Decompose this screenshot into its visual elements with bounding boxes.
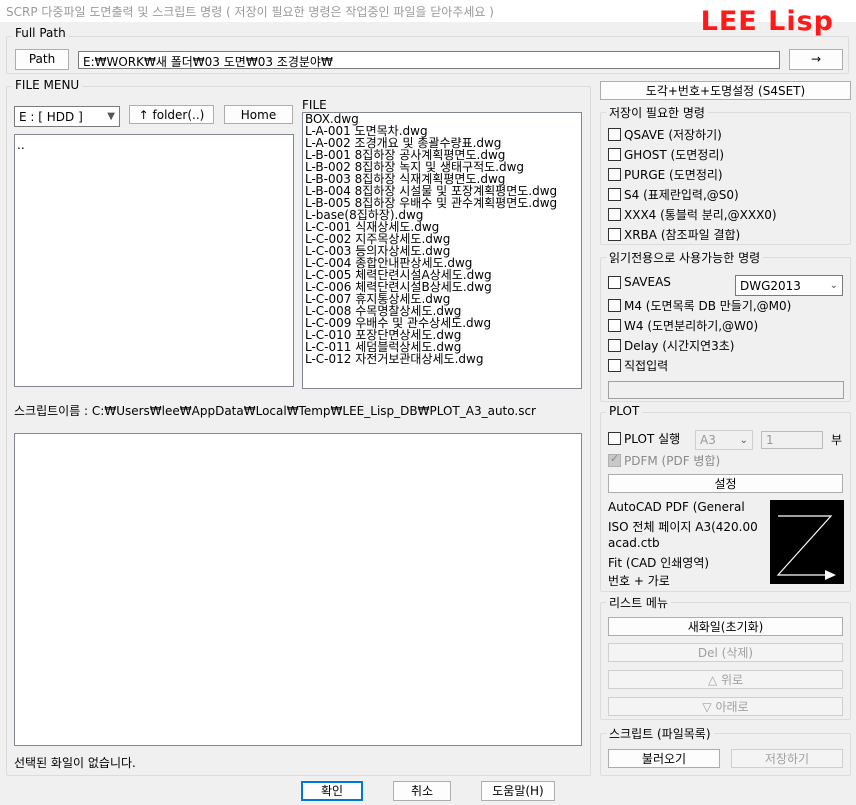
move-up-button[interactable]: △ 위로 xyxy=(608,670,843,689)
read-only-checkbox-label: M4 (도면목록 DB 만들기,@M0) xyxy=(624,299,792,313)
list-menu-label: 리스트 메뉴 xyxy=(606,594,672,611)
file-list-item[interactable]: L-C-012 자전거보관대상세도.dwg xyxy=(303,353,581,365)
save-needed-checkbox-label: S4 (표제란입력,@S0) xyxy=(624,188,739,202)
plot-run-checkbox-box[interactable] xyxy=(608,432,621,445)
direct-input-field[interactable] xyxy=(608,381,844,399)
chevron-down-icon: ▼ xyxy=(107,111,115,122)
read-only-checkbox-box[interactable] xyxy=(608,319,621,332)
plot-run-checkbox[interactable]: PLOT 실행 xyxy=(608,430,680,447)
save-needed-checkbox-label: PURGE (도면정리) xyxy=(624,168,723,182)
plot-info-line: Fit (CAD 인쇄영역) xyxy=(608,556,710,570)
saveas-version-value: DWG2013 xyxy=(740,278,801,293)
save-needed-checkbox-label: XXX4 (통블럭 분리,@XXX0) xyxy=(624,208,777,222)
file-menu-label: FILE MENU xyxy=(12,78,83,92)
plot-setup-button[interactable]: 설정 xyxy=(608,474,843,493)
save-needed-checkbox[interactable]: XRBA (참조파일 결합) xyxy=(608,226,740,243)
plot-info-line: 번호 + 가로 xyxy=(608,574,670,588)
file-list-label: FILE xyxy=(302,98,327,112)
save-needed-checkbox[interactable]: S4 (표제란입력,@S0) xyxy=(608,186,739,203)
copies-unit: 부 xyxy=(831,433,843,447)
help-button[interactable]: 도움말(H) xyxy=(481,781,555,801)
read-only-checkbox[interactable]: 직접입력 xyxy=(608,357,668,374)
save-needed-checkbox[interactable]: PURGE (도면정리) xyxy=(608,166,723,183)
cancel-button[interactable]: 취소 xyxy=(393,781,451,801)
saveas-checkbox-box[interactable] xyxy=(608,275,621,289)
full-path-label: Full Path xyxy=(12,26,69,40)
folder-list[interactable]: .. xyxy=(14,134,294,387)
save-needed-checkbox-box[interactable] xyxy=(608,208,621,221)
read-only-checkbox[interactable]: W4 (도면분리하기,@W0) xyxy=(608,317,758,334)
save-needed-checkbox-box[interactable] xyxy=(608,128,621,141)
paper-size-value: A3 xyxy=(700,433,716,447)
folder-up-button[interactable]: ↑ folder(..) xyxy=(129,105,214,124)
copies-field[interactable]: 1 xyxy=(761,431,823,449)
home-button[interactable]: Home xyxy=(224,105,293,124)
path-field[interactable]: E:₩WORK₩새 폴더₩03 도면₩03 조경분야₩ xyxy=(78,51,780,69)
read-only-checkbox-label: 직접입력 xyxy=(624,359,669,373)
save-needed-checkbox[interactable]: GHOST (도면정리) xyxy=(608,146,724,163)
pdf-merge-checkbox[interactable]: PDFM (PDF 병합) xyxy=(608,452,720,469)
saveas-label: SAVEAS xyxy=(624,275,671,289)
drive-select[interactable]: E : [ HDD ] ▼ xyxy=(14,106,120,127)
script-text-area[interactable] xyxy=(14,433,582,746)
read-only-checkbox-box[interactable] xyxy=(608,359,621,372)
read-only-checkbox-label: W4 (도면분리하기,@W0) xyxy=(624,319,759,333)
save-needed-checkbox-box[interactable] xyxy=(608,228,621,241)
pdf-merge-checkbox-box[interactable] xyxy=(608,452,621,467)
save-needed-checkbox-box[interactable] xyxy=(608,168,621,181)
move-down-button[interactable]: ▽ 아래로 xyxy=(608,697,843,716)
plot-orientation-icon xyxy=(776,515,836,580)
read-only-label: 읽기전용으로 사용가능한 명령 xyxy=(606,249,764,266)
save-needed-checkbox[interactable]: XXX4 (통블럭 분리,@XXX0) xyxy=(608,206,777,223)
plot-info-line: acad.ctb xyxy=(608,536,660,550)
go-button[interactable]: → xyxy=(789,49,843,70)
plot-run-label: PLOT 실행 xyxy=(624,432,681,446)
status-text: 선택된 화일이 없습니다. xyxy=(14,756,136,770)
pdf-merge-label: PDFM (PDF 병합) xyxy=(624,454,721,468)
save-script-button[interactable]: 저장하기 xyxy=(731,749,843,768)
new-file-button[interactable]: 새화일(초기화) xyxy=(608,617,843,636)
read-only-checkbox[interactable]: Delay (시간지연3초) xyxy=(608,337,734,354)
delete-button[interactable]: Del (삭제) xyxy=(608,643,843,662)
drive-select-value: E : [ HDD ] xyxy=(19,109,83,124)
chevron-down-icon: ⌄ xyxy=(739,434,748,446)
save-needed-checkbox-label: QSAVE (저장하기) xyxy=(624,128,722,142)
ok-button[interactable]: 확인 xyxy=(301,781,363,801)
path-button[interactable]: Path xyxy=(15,49,69,70)
read-only-checkbox-label: Delay (시간지연3초) xyxy=(624,339,735,353)
plot-info-line: ISO 전체 페이지 A3(420.00 xyxy=(608,520,758,534)
load-script-button[interactable]: 불러오기 xyxy=(608,749,720,768)
read-only-checkbox-box[interactable] xyxy=(608,299,621,312)
plot-preview xyxy=(770,500,844,584)
save-needed-checkbox-box[interactable] xyxy=(608,148,621,161)
save-needed-label: 저장이 필요한 명령 xyxy=(606,104,708,121)
chevron-down-icon: ⌄ xyxy=(829,280,838,291)
save-needed-checkbox-label: XRBA (참조파일 결합) xyxy=(624,228,741,242)
script-menu-label: 스크립트 (파일목록) xyxy=(606,725,714,742)
plot-label: PLOT xyxy=(606,404,643,418)
file-list[interactable]: BOX.dwg L-A-001 도면목차.dwg L-A-002 조경개요 및 총괄… xyxy=(302,112,582,389)
save-needed-checkbox-label: GHOST (도면정리) xyxy=(624,148,725,162)
plot-info-line: AutoCAD PDF (General xyxy=(608,500,745,514)
saveas-version-select[interactable]: DWG2013 ⌄ xyxy=(735,275,843,296)
saveas-checkbox[interactable]: SAVEAS xyxy=(608,275,671,289)
s4set-button[interactable]: 도각+번호+도명설정 (S4SET) xyxy=(600,81,851,100)
save-needed-checkbox-box[interactable] xyxy=(608,188,621,201)
script-name: 스크립트이름 : C:₩Users₩lee₩AppData₩Local₩Temp… xyxy=(14,404,536,418)
folder-item-parent[interactable]: .. xyxy=(15,135,293,151)
paper-size-select[interactable]: A3 ⌄ xyxy=(695,430,753,450)
save-needed-checkbox[interactable]: QSAVE (저장하기) xyxy=(608,126,722,143)
lee-lisp-logo: LEE Lisp xyxy=(700,6,834,37)
read-only-checkbox-box[interactable] xyxy=(608,339,621,352)
read-only-checkbox[interactable]: M4 (도면목록 DB 만들기,@M0) xyxy=(608,297,791,314)
